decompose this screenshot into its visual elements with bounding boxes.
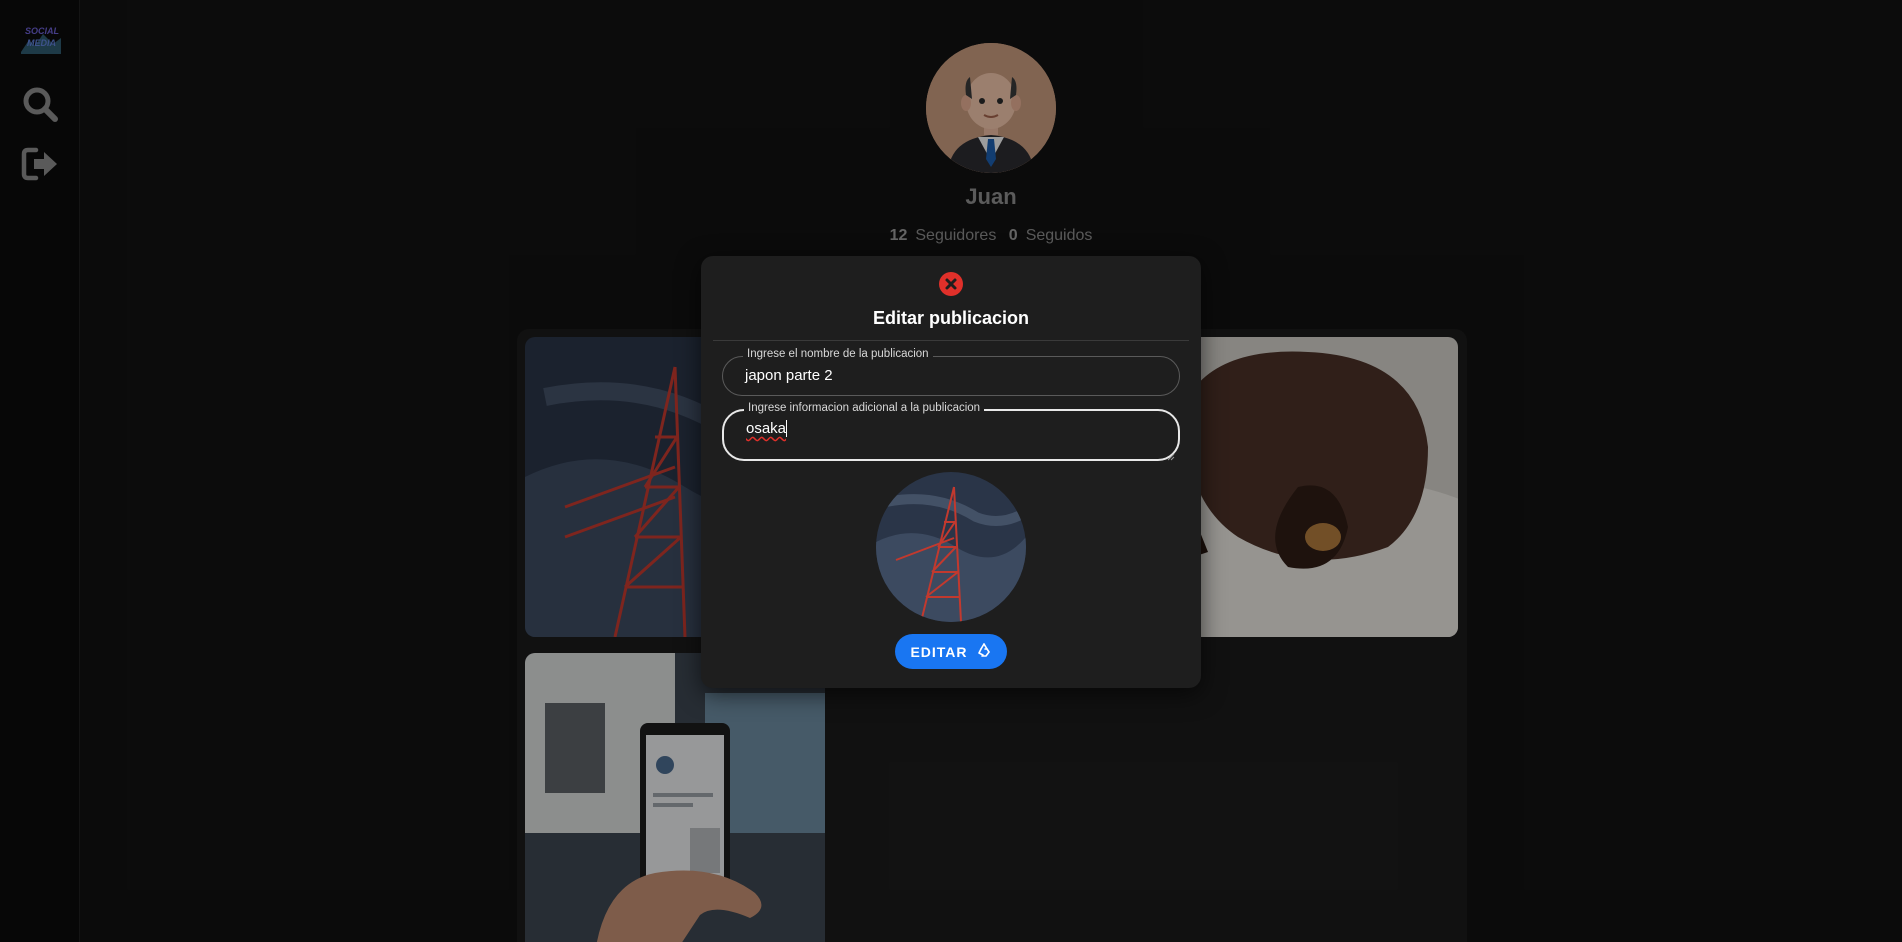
post-info-text: osaka [746, 420, 787, 437]
edit-post-modal: Editar publicacion Ingrese el nombre de … [701, 256, 1201, 688]
modal-divider [713, 340, 1189, 341]
post-info-label: Ingrese informacion adicional a la publi… [744, 402, 985, 414]
post-name-field[interactable]: Ingrese el nombre de la publicacion japo… [722, 348, 1180, 396]
edit-button-label: EDITAR [910, 643, 968, 660]
post-name-input[interactable]: japon parte 2 [745, 367, 833, 384]
close-icon[interactable] [939, 272, 963, 296]
resize-grip-icon[interactable] [1167, 448, 1175, 461]
post-name-label: Ingrese el nombre de la publicacion [743, 348, 933, 360]
recycle-icon [976, 642, 992, 661]
edit-submit-button[interactable]: EDITAR [895, 634, 1007, 669]
post-image-preview[interactable] [876, 472, 1026, 622]
text-caret [786, 420, 788, 437]
app-root: SOCIAL MEDIA Juan 12 Seguidores 0 Seguid… [0, 0, 1902, 942]
post-info-input[interactable]: osaka [746, 420, 788, 437]
post-info-field[interactable]: Ingrese informacion adicional a la publi… [722, 402, 1180, 461]
modal-title: Editar publicacion [872, 308, 1030, 328]
